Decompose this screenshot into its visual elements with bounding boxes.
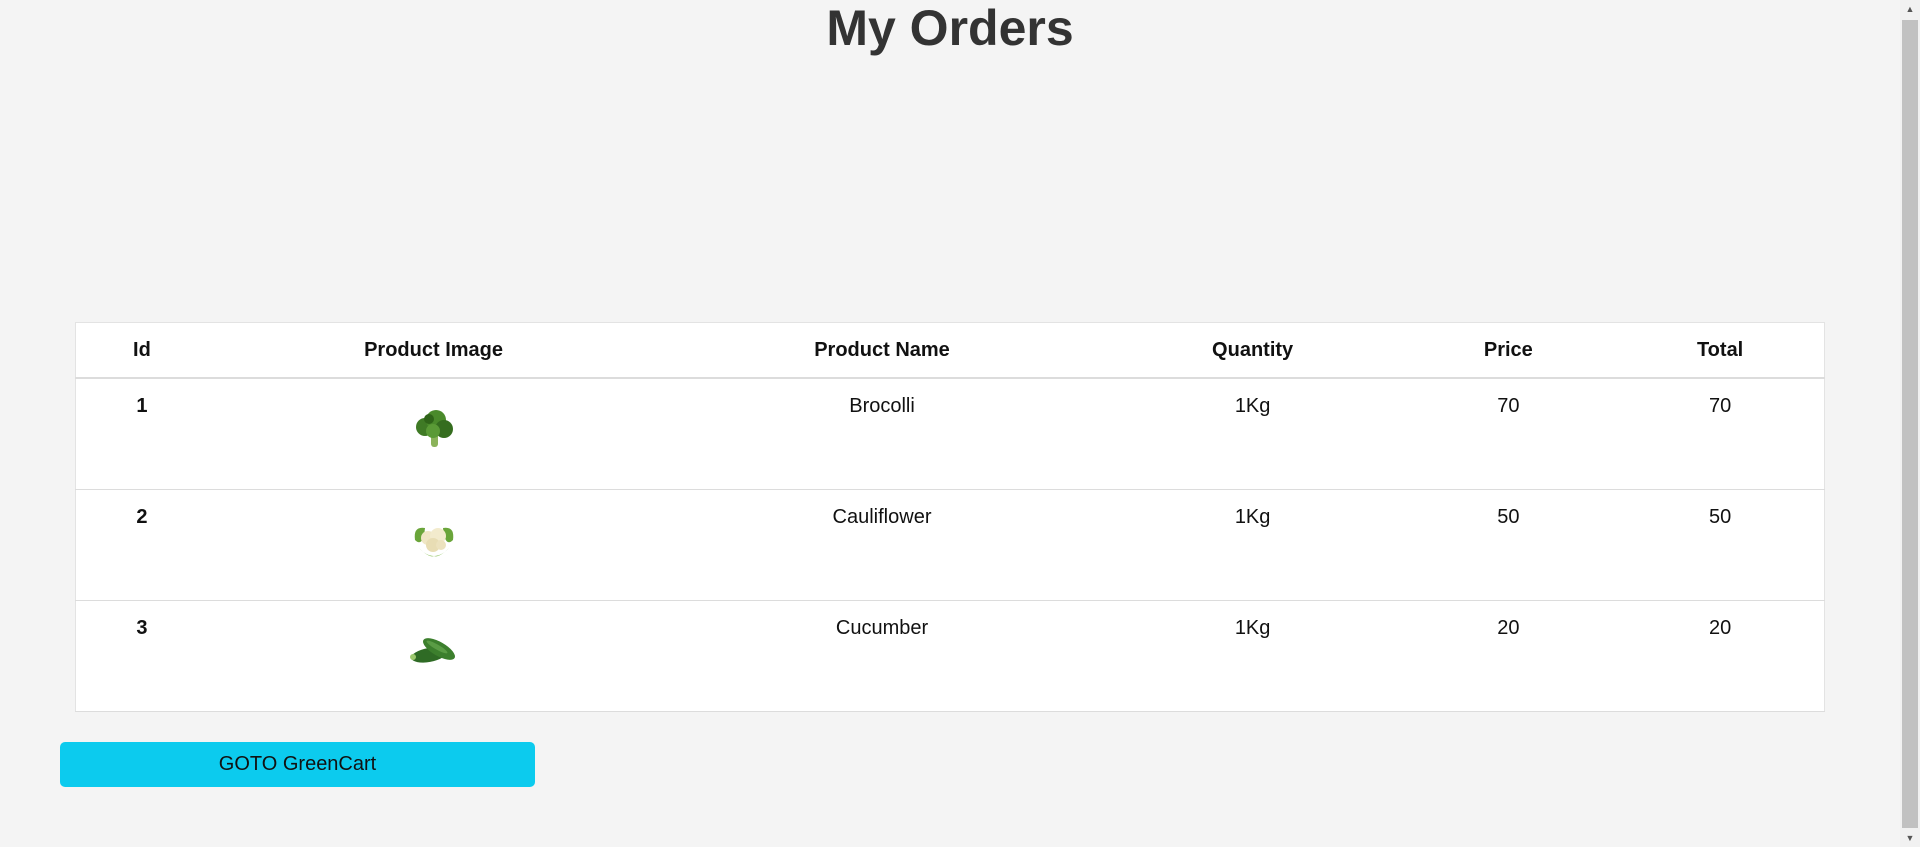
product-name: Cauliflower bbox=[659, 489, 1105, 601]
header-quantity: Quantity bbox=[1104, 322, 1401, 379]
table-row: 1 Brocolli 1Kg 70 70 bbox=[75, 378, 1825, 490]
table-header-row: Id Product Image Product Name Quantity P… bbox=[75, 322, 1825, 379]
price: 20 bbox=[1400, 600, 1617, 712]
orders-table: Id Product Image Product Name Quantity P… bbox=[75, 322, 1825, 712]
product-image-cell bbox=[207, 489, 660, 601]
header-id: Id bbox=[75, 322, 208, 379]
table-row: 3 Cucumber 1Kg 20 20 bbox=[75, 600, 1825, 712]
cauliflower-icon bbox=[414, 527, 453, 557]
order-id: 2 bbox=[75, 489, 208, 601]
orders-page: My Orders Id Product Image Product Name … bbox=[0, 0, 1920, 847]
price: 50 bbox=[1400, 489, 1617, 601]
scroll-up-icon[interactable]: ▲ bbox=[1900, 0, 1920, 18]
header-product-image: Product Image bbox=[207, 322, 660, 379]
total: 20 bbox=[1616, 600, 1825, 712]
quantity: 1Kg bbox=[1104, 378, 1401, 490]
product-name: Cucumber bbox=[659, 600, 1105, 712]
total: 50 bbox=[1616, 489, 1825, 601]
quantity: 1Kg bbox=[1104, 489, 1401, 601]
scroll-down-icon[interactable]: ▼ bbox=[1900, 829, 1920, 847]
product-image-cell bbox=[207, 600, 660, 712]
cucumber-icon bbox=[409, 638, 455, 663]
product-name: Brocolli bbox=[659, 378, 1105, 490]
table-row: 2 Cauliflower 1Kg 50 50 bbox=[75, 489, 1825, 601]
vertical-scrollbar[interactable]: ▲ ▼ bbox=[1900, 0, 1920, 847]
quantity: 1Kg bbox=[1104, 600, 1401, 712]
product-image-cell bbox=[207, 378, 660, 490]
price: 70 bbox=[1400, 378, 1617, 490]
header-total: Total bbox=[1616, 322, 1825, 379]
total: 70 bbox=[1616, 378, 1825, 490]
header-price: Price bbox=[1400, 322, 1617, 379]
scrollbar-thumb[interactable] bbox=[1902, 20, 1918, 828]
header-product-name: Product Name bbox=[659, 322, 1105, 379]
order-id: 1 bbox=[75, 378, 208, 490]
order-id: 3 bbox=[75, 600, 208, 712]
goto-greencart-button[interactable]: GOTO GreenCart bbox=[60, 742, 535, 787]
page-title: My Orders bbox=[826, 0, 1074, 56]
broccoli-icon bbox=[415, 410, 453, 447]
